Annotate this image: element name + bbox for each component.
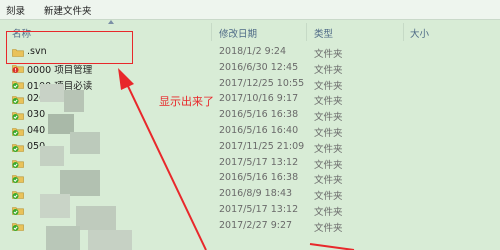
svn-ok-folder-icon — [12, 142, 24, 152]
file-type: 文件夹 — [314, 112, 343, 124]
modified-date: 2017/12/25 10:55 — [219, 77, 305, 89]
svn-ok-folder-icon — [12, 205, 24, 215]
file-type: 文件夹 — [314, 207, 343, 218]
file-type: 文件夹 — [314, 191, 343, 203]
modified-date: 2016/8/9 18:43 — [219, 188, 293, 200]
modified-date: 2018/1/2 9:24 — [219, 46, 287, 57]
column-header-type[interactable]: 类型 — [314, 26, 333, 40]
modified-date: 2017/11/25 21:09 — [219, 140, 305, 152]
svn-ok-folder-icon — [12, 221, 24, 231]
svn-conflict-folder-icon — [12, 63, 24, 73]
modified-date: 2016/5/16 16:38 — [219, 109, 299, 121]
svn-ok-folder-icon — [12, 173, 24, 184]
column-divider[interactable] — [211, 23, 212, 41]
modified-date: 2016/6/30 12:45 — [219, 61, 299, 73]
file-type: 文件夹 — [314, 80, 343, 92]
modified-date: 2017/2/27 9:27 — [219, 219, 293, 231]
svn-ok-folder-icon — [12, 158, 24, 168]
new-folder-button[interactable]: 新建文件夹 — [44, 3, 92, 17]
burn-button[interactable]: 刻录 — [6, 3, 25, 17]
file-type: 文件夹 — [314, 96, 343, 108]
modified-date: 2017/5/17 13:12 — [219, 204, 299, 215]
arrow-line — [309, 243, 355, 250]
file-type: 文件夹 — [314, 128, 343, 139]
modified-date: 2017/10/16 9:17 — [219, 93, 299, 105]
file-type: 文件夹 — [314, 222, 343, 234]
svn-ok-folder-icon — [12, 189, 24, 200]
svn-ok-folder-icon — [12, 79, 24, 89]
file-type: 文件夹 — [314, 49, 343, 60]
svn-ok-folder-icon — [12, 126, 24, 136]
file-type: 文件夹 — [314, 64, 343, 76]
highlight-box — [6, 31, 133, 64]
svn-ok-folder-icon — [12, 110, 24, 121]
column-header-date[interactable]: 修改日期 — [219, 26, 257, 40]
file-type: 文件夹 — [314, 175, 343, 187]
annotation-text: 显示出来了 — [159, 95, 214, 108]
column-divider[interactable] — [403, 23, 404, 41]
modified-date: 2017/5/17 13:12 — [219, 156, 299, 168]
pixelated-redaction — [40, 84, 140, 250]
svn-ok-folder-icon — [12, 94, 24, 105]
file-type: 文件夹 — [314, 143, 343, 155]
toolbar: 刻录 新建文件夹 — [0, 0, 500, 20]
column-header-size[interactable]: 大小 — [410, 26, 429, 40]
modified-date: 2016/5/16 16:40 — [219, 125, 299, 136]
modified-date: 2016/5/16 16:38 — [219, 172, 299, 184]
column-divider[interactable] — [306, 23, 307, 41]
file-type: 文件夹 — [314, 159, 343, 171]
sort-ascending-icon — [108, 20, 114, 24]
